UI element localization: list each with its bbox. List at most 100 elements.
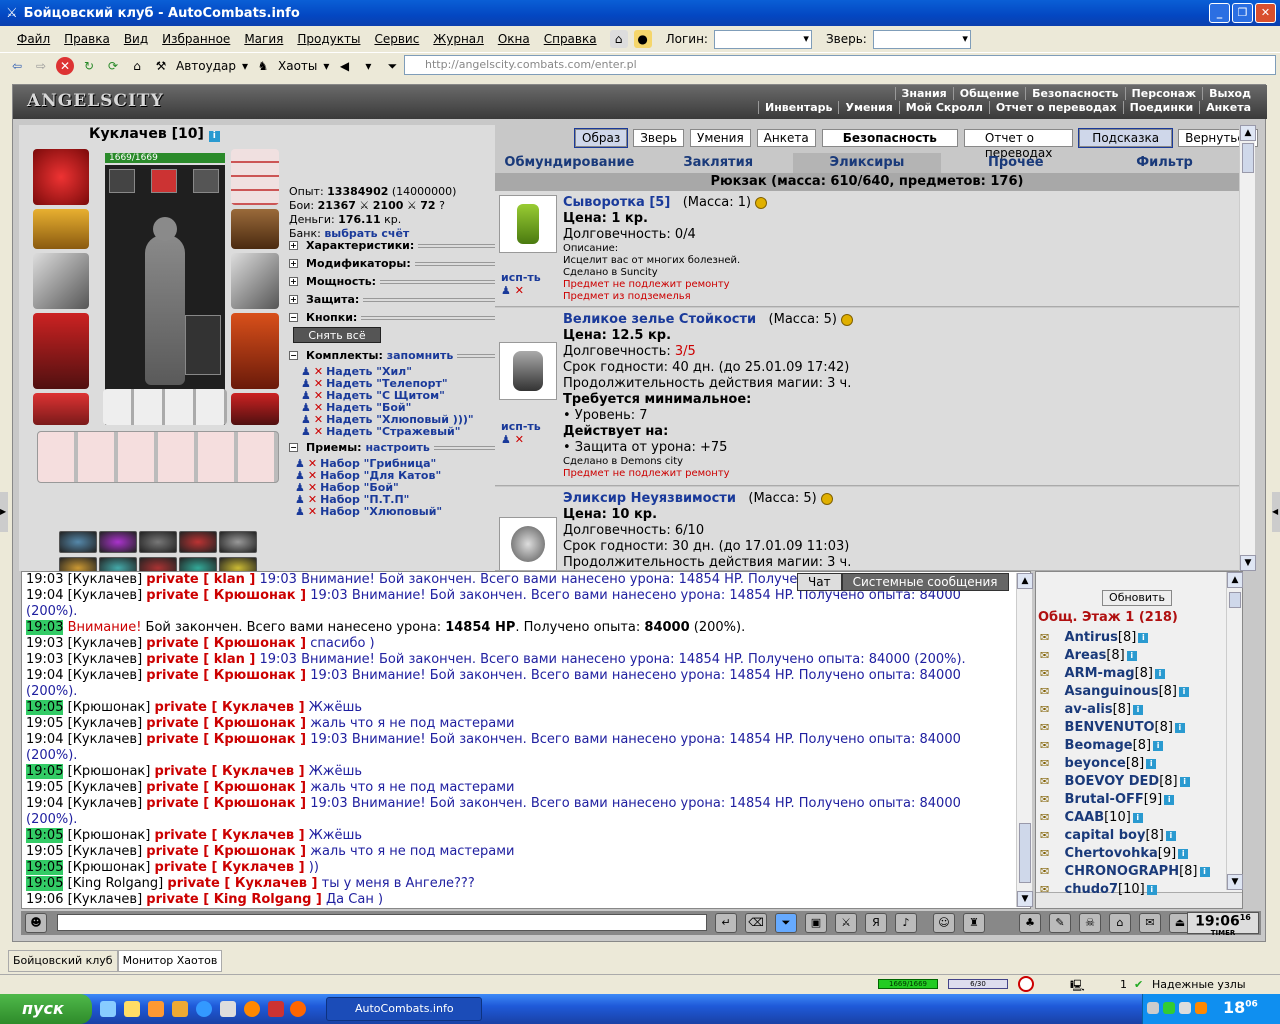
tab-haots-monitor[interactable]: Монитор Хаотов — [117, 950, 223, 972]
online-scrollbar[interactable]: ▲ ▼ — [1226, 572, 1243, 890]
tray-icon[interactable] — [1195, 1002, 1207, 1014]
filter-icon[interactable]: ⏷ — [775, 913, 797, 933]
online-player[interactable]: ✉ Chertovohka[9] i — [1040, 846, 1189, 861]
online-player[interactable]: ✉ BENVENUTO[8] i — [1040, 720, 1185, 735]
private-message-icon[interactable]: ✉ — [1040, 631, 1060, 644]
stop-icon[interactable]: ✕ — [56, 56, 74, 75]
online-player[interactable]: ✉ beyonce[8] i — [1040, 756, 1157, 771]
drop-icon[interactable]: ♟ — [501, 284, 511, 297]
scroll-icon[interactable]: ✎ — [1049, 913, 1071, 933]
online-player[interactable]: ✉ capital boy[8] i — [1040, 828, 1176, 843]
smiles-icon[interactable]: ☺ — [933, 913, 955, 933]
tray-icon[interactable] — [1147, 1002, 1159, 1014]
chevron-down-icon[interactable]: ▾ — [323, 59, 329, 73]
armor-slot[interactable] — [33, 313, 89, 389]
chat-private-target[interactable]: private [ King Rolgang ] — [146, 892, 322, 907]
chat-private-target[interactable]: private [ Крюшонак ] — [146, 636, 306, 651]
item-name[interactable]: Сыворотка [5] — [563, 195, 670, 210]
tab-hint[interactable]: Подсказка — [1078, 128, 1174, 148]
eraser-icon[interactable]: ⌫ — [745, 913, 767, 933]
section-tricks[interactable]: − Приемы: настроить — [289, 441, 499, 454]
menu-favorites[interactable]: Избранное — [155, 32, 237, 46]
refresh-button[interactable]: Обновить — [1102, 590, 1172, 606]
chat-nick[interactable]: Куклачев — [73, 572, 137, 587]
info-icon[interactable]: i — [1179, 776, 1190, 787]
fight-icon[interactable]: ⚔ — [835, 913, 857, 933]
tab-fight-club[interactable]: Бойцовский клуб — [8, 950, 118, 972]
login-select[interactable] — [713, 29, 812, 49]
app-icon[interactable] — [268, 1001, 284, 1017]
tab-chat[interactable]: Чат — [797, 573, 842, 591]
info-icon[interactable]: i — [1146, 884, 1157, 895]
info-icon[interactable]: i — [1174, 722, 1185, 733]
online-player[interactable]: ✉ Beomage[8] i — [1040, 738, 1164, 753]
gloves-slot[interactable] — [231, 209, 279, 249]
skill-icon[interactable] — [179, 531, 217, 553]
info-icon[interactable]: i — [1164, 794, 1175, 805]
nav-inventory[interactable]: Инвентарь — [758, 101, 838, 114]
delete-icon[interactable]: ✕ — [515, 433, 524, 446]
chat-private-target[interactable]: private [ Крюшонак ] — [146, 844, 306, 859]
boots-slot[interactable] — [231, 393, 279, 425]
chat-private-target[interactable]: private [ Крюшонак ] — [146, 588, 306, 603]
scroll-up-arrow[interactable]: ▲ — [1017, 573, 1033, 589]
chat-nick[interactable]: King Rolgang — [73, 876, 158, 891]
skill-icon[interactable] — [99, 531, 137, 553]
sound-icon[interactable]: ♪ — [895, 913, 917, 933]
skill-icon[interactable] — [59, 531, 97, 553]
online-player[interactable]: ✉ Asanguinous[8] i — [1040, 684, 1189, 699]
chevron-down-icon[interactable]: ▾ — [242, 59, 248, 73]
online-player[interactable]: ✉ av-alis[8] i — [1040, 702, 1144, 717]
home-icon[interactable]: ⌂ — [128, 57, 146, 75]
bag-icon[interactable]: ♣ — [1019, 913, 1041, 933]
refresh-icon[interactable]: ↻ — [80, 57, 98, 75]
tab-image[interactable]: Образ — [573, 128, 629, 148]
chat-nick[interactable]: Куклачев — [73, 732, 137, 747]
set-item[interactable]: ♟ ✕ Надеть "Стражевый" — [301, 425, 460, 438]
home-building-icon[interactable]: ⌂ — [609, 30, 628, 48]
private-message-icon[interactable]: ✉ — [1040, 865, 1060, 878]
info-icon[interactable]: i — [1153, 740, 1164, 751]
private-message-icon[interactable]: ✉ — [1040, 721, 1060, 734]
chat-private-target[interactable]: private [ Куклачев ] — [167, 876, 317, 891]
private-message-icon[interactable]: ✉ — [1040, 757, 1060, 770]
enter-icon[interactable]: ↵ — [715, 913, 737, 933]
scroll-down-arrow[interactable]: ▼ — [1227, 874, 1243, 890]
menu-service[interactable]: Сервис — [367, 32, 426, 46]
unequip-all-button[interactable]: Снять всё — [293, 327, 381, 343]
tab-equipment[interactable]: Обмундирование — [495, 153, 644, 173]
weapon-slot[interactable] — [33, 253, 89, 309]
belt-slot[interactable] — [33, 393, 89, 425]
private-message-icon[interactable]: ✉ — [1040, 847, 1060, 860]
filter-icon[interactable]: ⏷ — [383, 57, 401, 75]
legs-slot[interactable] — [231, 313, 279, 389]
autoudar-button[interactable]: Автоудар — [176, 59, 236, 73]
chat-nick[interactable]: Куклачев — [73, 636, 137, 651]
tab-system-messages[interactable]: Системные сообщения — [841, 573, 1009, 591]
explorer-icon[interactable] — [124, 1001, 140, 1017]
private-message-icon[interactable]: ✉ — [1040, 775, 1060, 788]
trick-set-item[interactable]: ♟ ✕ Набор "Хлюповый" — [295, 505, 442, 518]
helmet-slot[interactable] — [33, 149, 89, 205]
online-player[interactable]: ✉ chudo7[10] i — [1040, 882, 1157, 897]
menu-help[interactable]: Справка — [537, 32, 604, 46]
info-icon[interactable]: i — [1178, 848, 1189, 859]
language-icon[interactable] — [1179, 1002, 1191, 1014]
minimize-button[interactable]: _ — [1209, 3, 1230, 23]
nav-my-scroll[interactable]: Мой Скролл — [898, 101, 989, 114]
disk-icon[interactable] — [220, 1001, 236, 1017]
chat-input[interactable] — [57, 914, 707, 931]
nav-communication[interactable]: Общение — [952, 87, 1025, 100]
tools-icon[interactable]: ⚒ — [152, 57, 170, 75]
chat-private-target[interactable]: private [ Крюшонак ] — [146, 716, 306, 731]
sound-icon[interactable]: ◀ — [335, 57, 353, 75]
info-icon[interactable]: i — [1138, 632, 1149, 643]
scroll-down-arrow[interactable]: ▼ — [1017, 891, 1033, 907]
chat-nick[interactable]: Куклачев — [73, 652, 137, 667]
chat-nick[interactable]: Крюшонак — [73, 764, 146, 779]
chat-private-target[interactable]: private [ klan ] — [146, 652, 255, 667]
chat-private-target[interactable]: private [ Крюшонак ] — [146, 732, 306, 747]
nav-fights[interactable]: Поединки — [1122, 101, 1200, 114]
menu-file[interactable]: Файл — [10, 32, 57, 46]
private-message-icon[interactable]: ✉ — [1040, 685, 1060, 698]
